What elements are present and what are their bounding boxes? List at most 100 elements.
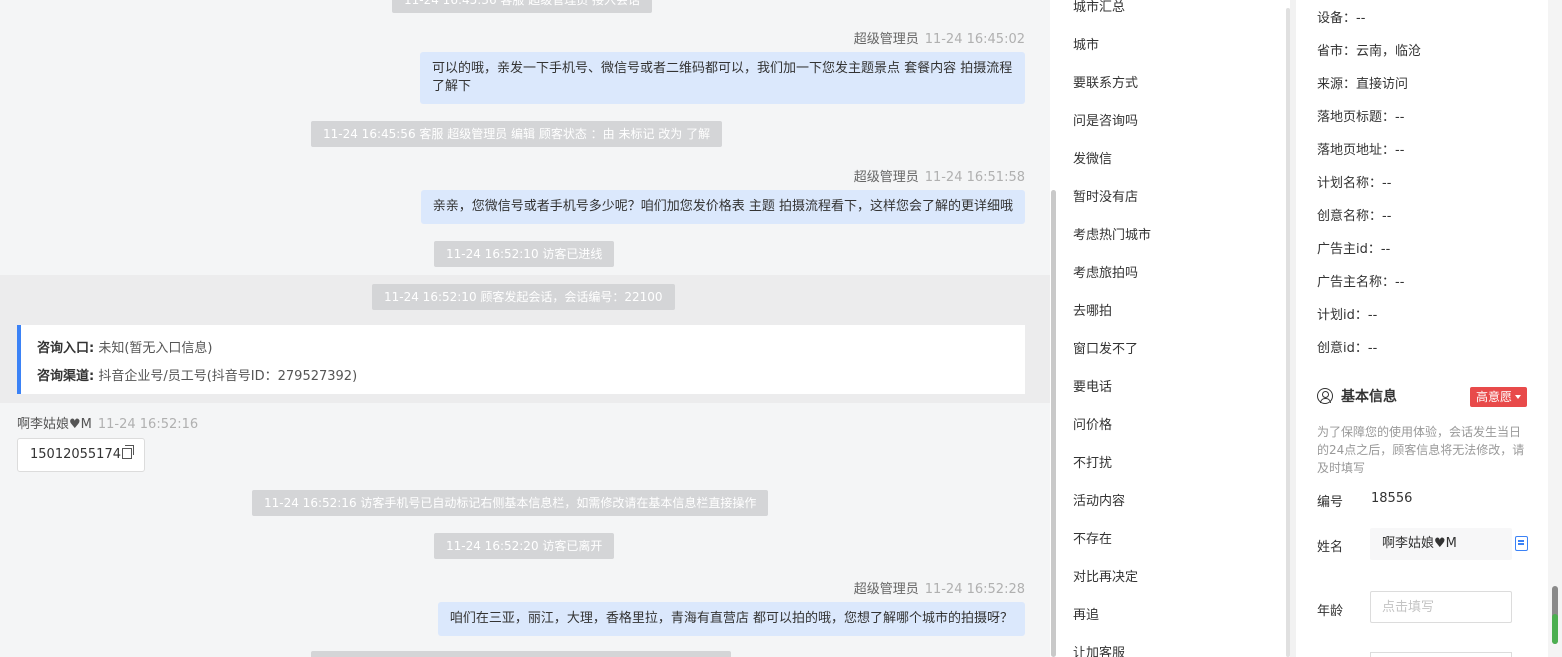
consult-entry-label: 咨询入口: xyxy=(37,341,95,356)
consult-info-card: 咨询入口: 未知(暂无入口信息) 咨询渠道: 抖音企业号/员工号(抖音号ID：2… xyxy=(17,325,1025,394)
copy-icon[interactable] xyxy=(1515,536,1528,551)
info-value: 云南，临沧 xyxy=(1356,44,1422,59)
chat-panel: 11-24 16:45:36 客服 超级管理员 接入会话 超级管理员 11-24 … xyxy=(0,0,1050,657)
customer-id-value: 18556 xyxy=(1371,491,1413,506)
quick-reply-item[interactable]: 暂时没有店 xyxy=(1073,186,1138,205)
visitor-name: 啊李姑娘♥M xyxy=(17,417,92,432)
age-label: 年龄 xyxy=(1317,604,1344,619)
info-row-region: 省市：云南，临沧 xyxy=(1317,40,1421,59)
quick-reply-item[interactable]: 要电话 xyxy=(1073,376,1112,395)
info-value: -- xyxy=(1382,209,1392,224)
scroll-indicator xyxy=(1552,614,1558,644)
info-value: -- xyxy=(1367,308,1378,323)
copy-icon[interactable] xyxy=(121,445,134,459)
info-label: 省市： xyxy=(1317,44,1357,59)
message-time: 11-24 16:51:58 xyxy=(924,170,1025,185)
info-row-plan-name: 计划名称：-- xyxy=(1317,172,1391,191)
system-message: 11-24 16:45:56 客服 超级管理员 编辑 顾客状态 ：由 未标记 改… xyxy=(311,121,723,147)
agent-message-meta: 超级管理员 11-24 16:45:02 xyxy=(854,28,1025,47)
age-input[interactable] xyxy=(1370,591,1512,623)
info-row-advertiser-id: 广告主id：-- xyxy=(1317,238,1390,257)
phone-number-text: 15012055174 xyxy=(30,447,121,462)
bubble-text: 咱们在三亚，丽江，大理，香格里拉，青海有直营店 都可以拍的哦，您想了解哪个城市的… xyxy=(449,611,1013,626)
system-message: 11-24 16:52:20 访客已离开 xyxy=(434,533,615,559)
consult-channel-row: 咨询渠道: 抖音企业号/员工号(抖音号ID：279527392) xyxy=(37,363,1009,391)
sender-name: 超级管理员 xyxy=(853,32,919,47)
intent-level-dropdown[interactable]: 高意愿 xyxy=(1470,387,1528,407)
consult-channel-label: 咨询渠道: xyxy=(37,369,95,384)
agent-message-bubble[interactable]: 亲亲，您微信号或者手机号多少呢？咱们加您发价格表 主题 拍摄流程看下，这样您会了… xyxy=(420,190,1025,224)
quick-reply-item[interactable]: 问价格 xyxy=(1073,414,1112,433)
info-row-landing-url: 落地页地址：-- xyxy=(1317,139,1404,158)
info-row-landing-title: 落地页标题：-- xyxy=(1317,106,1404,125)
sender-name: 超级管理员 xyxy=(853,582,919,597)
info-value: -- xyxy=(1395,275,1405,290)
info-label: 创意名称： xyxy=(1317,209,1383,224)
message-time: 11-24 16:45:02 xyxy=(924,32,1025,47)
quick-reply-list: 城市汇总 城市 要联系方式 问是咨询吗 发微信 暂时没有店 考虑热门城市 考虑旅… xyxy=(1057,0,1289,657)
info-label: 落地页地址： xyxy=(1317,143,1396,158)
quick-reply-item[interactable]: 窗口发不了 xyxy=(1073,338,1138,357)
sender-name: 超级管理员 xyxy=(853,170,919,185)
quick-reply-item[interactable]: 不存在 xyxy=(1073,528,1112,547)
info-row-creative-name: 创意名称：-- xyxy=(1317,205,1391,224)
system-message: 11-24 16:52:10 顾客发起会话，会话编号：22100 xyxy=(372,284,675,310)
info-label: 计划id： xyxy=(1317,308,1368,323)
quick-reply-item[interactable]: 城市 xyxy=(1073,34,1099,53)
user-circle-icon xyxy=(1317,388,1333,404)
caret-down-icon xyxy=(1515,395,1522,399)
quick-reply-item[interactable]: 再追 xyxy=(1073,604,1099,623)
agent-message-meta: 超级管理员 11-24 16:51:58 xyxy=(854,166,1025,185)
info-label: 广告主id： xyxy=(1317,242,1381,257)
name-field[interactable]: 啊李姑娘♥M xyxy=(1370,528,1512,560)
quick-reply-item[interactable]: 不打扰 xyxy=(1073,452,1112,471)
basic-info-title: 基本信息 xyxy=(1341,389,1397,405)
info-label: 计划名称： xyxy=(1317,176,1383,191)
info-panel-scrollbar[interactable] xyxy=(1548,0,1562,657)
visitor-message-meta: 啊李姑娘♥M 11-24 16:52:16 xyxy=(17,413,198,432)
bubble-text: 亲亲，您微信号或者手机号多少呢？咱们加您发价格表 主题 拍摄流程看下，这样您会了… xyxy=(432,199,1013,214)
quick-reply-item[interactable]: 问是咨询吗 xyxy=(1073,110,1138,129)
edit-deadline-notice: 为了保障您的使用体验，会话发生当日的24点之后，顾客信息将无法修改，请及时填写 xyxy=(1317,425,1525,475)
info-label: 设备： xyxy=(1317,11,1357,26)
customer-id-label: 编号 xyxy=(1317,495,1344,510)
bubble-text-line: 了解下 xyxy=(432,79,472,94)
info-row-source: 来源：直接访问 xyxy=(1317,73,1408,92)
scrollbar-thumb[interactable] xyxy=(1051,190,1056,657)
system-message: 11-24 16:45:36 客服 超级管理员 接入会话 xyxy=(392,0,653,13)
name-label: 姓名 xyxy=(1317,540,1344,555)
info-value: -- xyxy=(1382,176,1392,191)
consult-channel-value: 抖音企业号/员工号(抖音号ID：279527392) xyxy=(98,369,358,384)
agent-message-bubble[interactable]: 咱们在三亚，丽江，大理，香格里拉，青海有直营店 都可以拍的哦，您想了解哪个城市的… xyxy=(437,602,1025,636)
quick-reply-item[interactable]: 让加客服 xyxy=(1073,642,1125,657)
consult-entry-value: 未知(暂无入口信息) xyxy=(98,341,213,356)
agent-message-meta: 超级管理员 11-24 16:52:28 xyxy=(854,578,1025,597)
quick-reply-item[interactable]: 考虑旅拍吗 xyxy=(1073,262,1138,281)
quick-reply-item[interactable]: 活动内容 xyxy=(1073,490,1125,509)
info-value: 直接访问 xyxy=(1356,77,1409,92)
customer-info-panel: 设备：-- 省市：云南，临沧 来源：直接访问 落地页标题：-- 落地页地址：--… xyxy=(1296,0,1548,657)
message-time: 11-24 16:52:28 xyxy=(924,582,1025,597)
visitor-message-bubble[interactable]: 15012055174 xyxy=(17,438,145,472)
message-time: 11-24 16:52:16 xyxy=(97,417,199,432)
quick-reply-item[interactable]: 对比再决定 xyxy=(1073,566,1138,585)
agent-message-bubble[interactable]: 可以的哦，亲发一下手机号、微信号或者二维码都可以，我们加一下您发主题景点 套餐内… xyxy=(420,52,1025,104)
quick-reply-item[interactable]: 发微信 xyxy=(1073,148,1112,167)
info-label: 广告主名称： xyxy=(1317,275,1396,290)
next-field[interactable] xyxy=(1370,652,1512,657)
quick-reply-item[interactable]: 要联系方式 xyxy=(1073,72,1138,91)
info-value: -- xyxy=(1395,110,1405,125)
quick-reply-item[interactable]: 考虑热门城市 xyxy=(1073,224,1151,243)
info-row-device: 设备：-- xyxy=(1317,7,1365,26)
chat-scrollbar[interactable] xyxy=(1050,0,1057,657)
quick-reply-item[interactable]: 城市汇总 xyxy=(1073,0,1125,15)
info-label: 落地页标题： xyxy=(1317,110,1396,125)
info-row-advertiser-name: 广告主名称：-- xyxy=(1317,271,1404,290)
system-message: 11-24 16:52:10 访客已进线 xyxy=(434,241,615,267)
bubble-text-line: 可以的哦，亲发一下手机号、微信号或者二维码都可以，我们加一下您发主题景点 套餐内… xyxy=(432,61,1013,76)
intent-level-label: 高意愿 xyxy=(1476,390,1513,404)
quick-reply-item[interactable]: 去哪拍 xyxy=(1073,300,1112,319)
info-value: -- xyxy=(1367,341,1378,356)
info-row-creative-id: 创意id：-- xyxy=(1317,337,1377,356)
info-label: 来源： xyxy=(1317,77,1357,92)
